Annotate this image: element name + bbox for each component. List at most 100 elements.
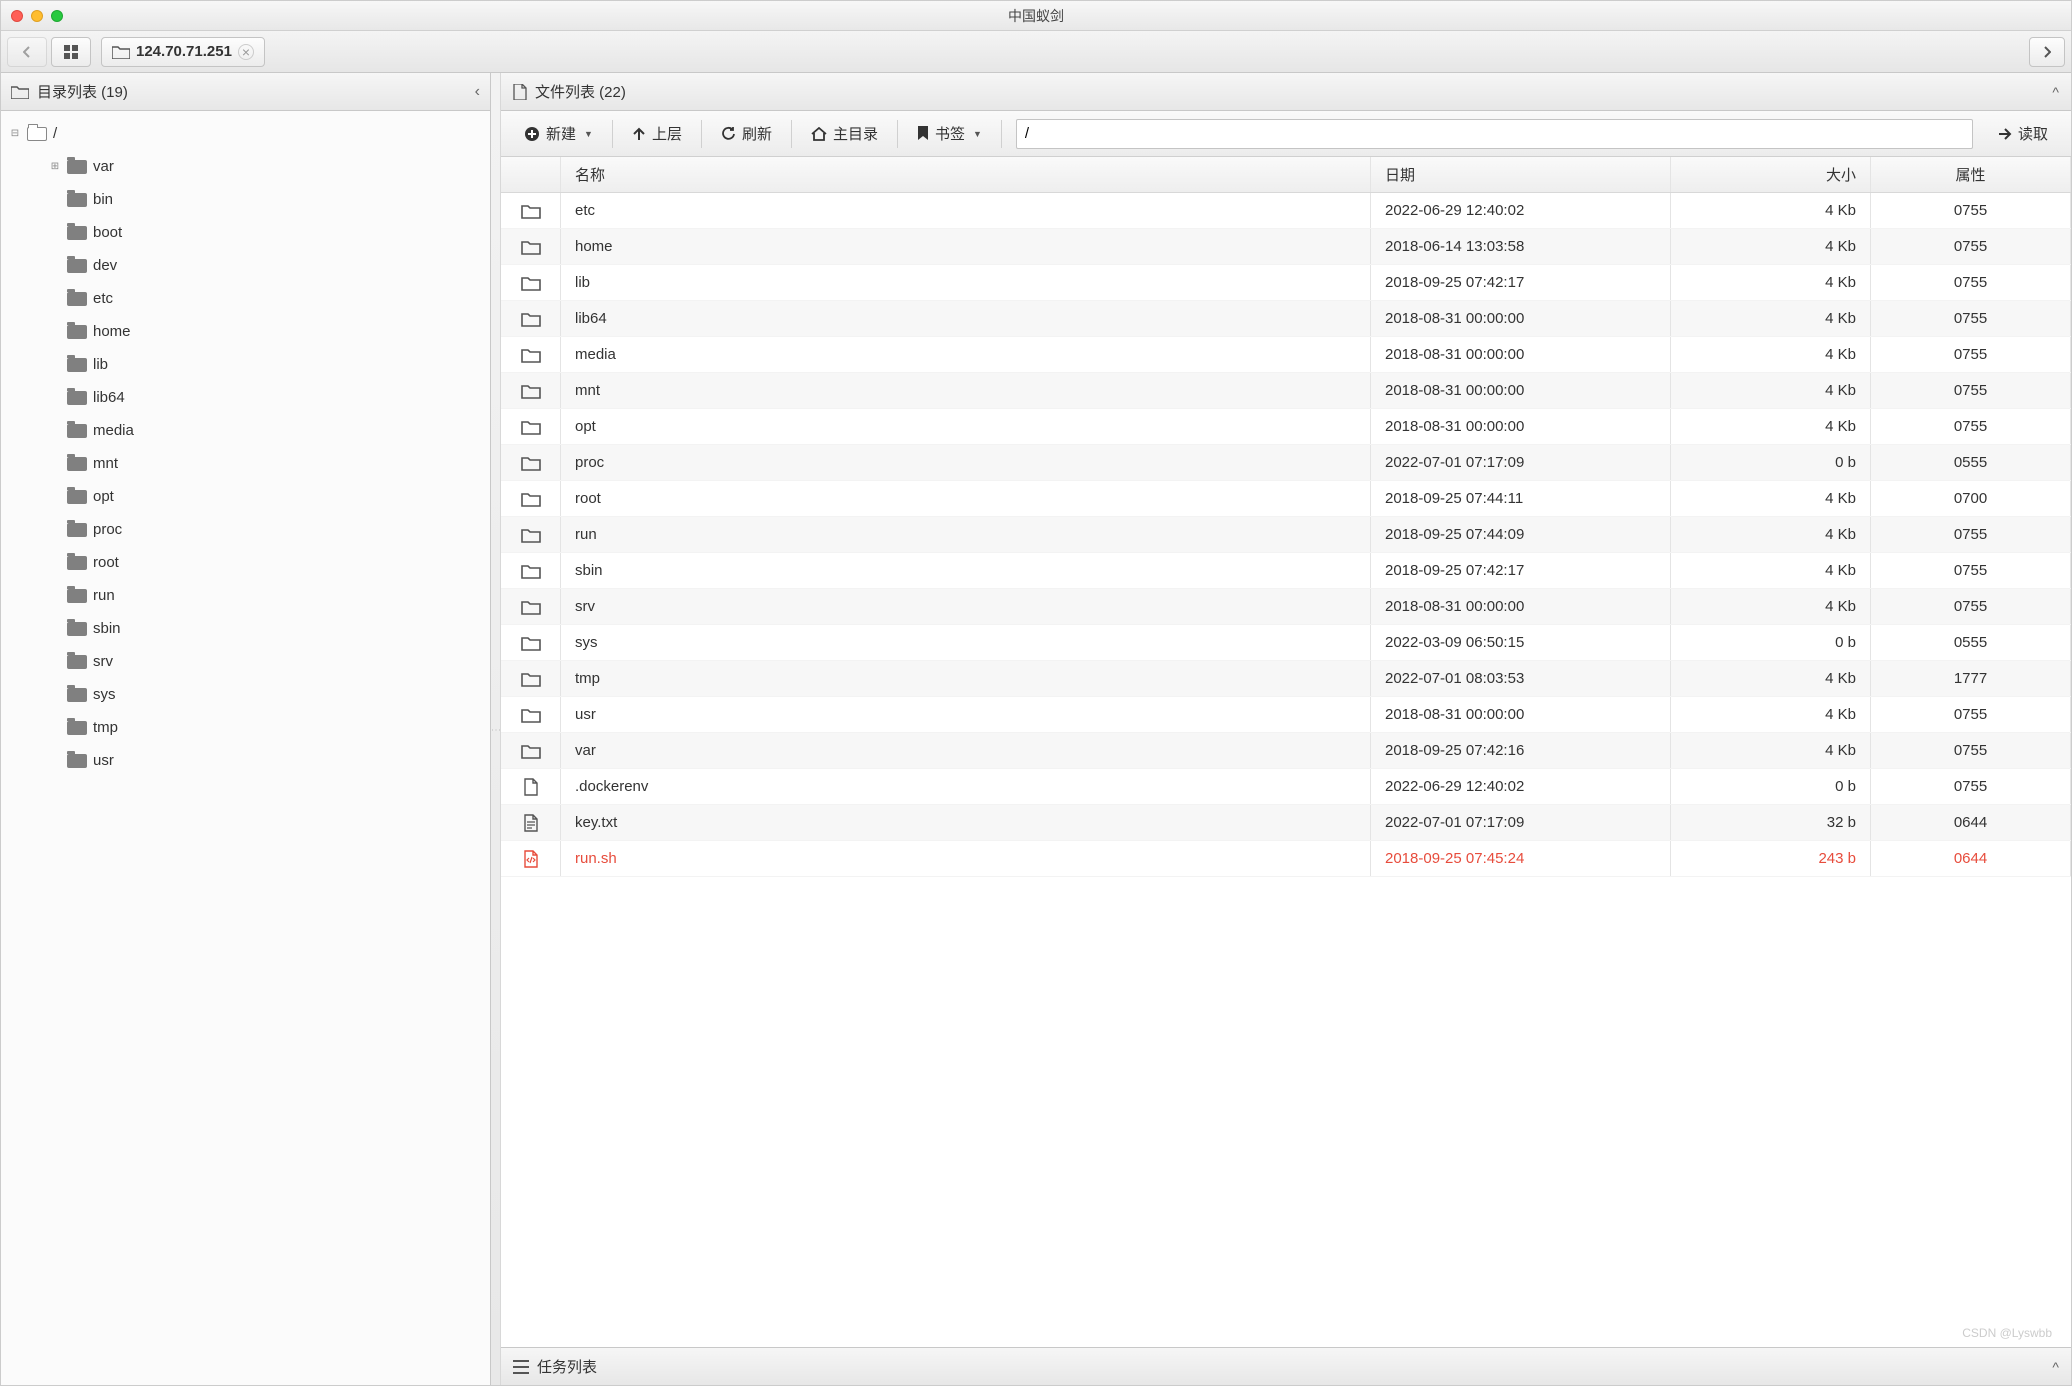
cell-size: 4 Kb bbox=[1671, 193, 1871, 228]
tree-item[interactable]: sys bbox=[5, 678, 486, 711]
folder-icon bbox=[67, 589, 87, 603]
col-attr[interactable]: 属性 bbox=[1871, 157, 2071, 192]
cell-attr: 0555 bbox=[1871, 445, 2071, 480]
new-button[interactable]: 新建 ▼ bbox=[509, 117, 608, 151]
task-expand-button[interactable]: ^ bbox=[2052, 1359, 2059, 1375]
tree-item[interactable]: bin bbox=[5, 183, 486, 216]
table-row[interactable]: lib642018-08-31 00:00:004 Kb0755 bbox=[501, 301, 2071, 337]
cell-name: home bbox=[561, 229, 1371, 264]
col-size[interactable]: 大小 bbox=[1671, 157, 1871, 192]
folder-icon bbox=[67, 424, 87, 438]
bookmark-button[interactable]: 书签 ▼ bbox=[902, 117, 997, 151]
tree-item[interactable]: sbin bbox=[5, 612, 486, 645]
cell-size: 4 Kb bbox=[1671, 409, 1871, 444]
cell-attr: 1777 bbox=[1871, 661, 2071, 696]
tab-host[interactable]: 124.70.71.251 × bbox=[101, 37, 265, 67]
cell-date: 2022-07-01 07:17:09 bbox=[1371, 445, 1671, 480]
refresh-button[interactable]: 刷新 bbox=[706, 117, 787, 151]
tree-item[interactable]: proc bbox=[5, 513, 486, 546]
tree-item[interactable]: usr bbox=[5, 744, 486, 777]
table-row[interactable]: .dockerenv2022-06-29 12:40:020 b0755 bbox=[501, 769, 2071, 805]
tree-item[interactable]: ⊞ var bbox=[5, 150, 486, 183]
nav-back-button[interactable] bbox=[7, 37, 47, 67]
tree-item[interactable]: etc bbox=[5, 282, 486, 315]
table-row[interactable]: run.sh2018-09-25 07:45:24243 b0644 bbox=[501, 841, 2071, 877]
read-label: 读取 bbox=[2018, 123, 2048, 144]
splitter[interactable]: ⋮ bbox=[491, 73, 501, 1385]
cell-size: 4 Kb bbox=[1671, 733, 1871, 768]
table-row[interactable]: proc2022-07-01 07:17:090 b0555 bbox=[501, 445, 2071, 481]
cell-size: 32 b bbox=[1671, 805, 1871, 840]
nav-grid-button[interactable] bbox=[51, 37, 91, 67]
tree-item[interactable]: root bbox=[5, 546, 486, 579]
col-icon[interactable] bbox=[501, 157, 561, 192]
cell-name: .dockerenv bbox=[561, 769, 1371, 804]
table-row[interactable]: srv2018-08-31 00:00:004 Kb0755 bbox=[501, 589, 2071, 625]
filelist-collapse-button[interactable]: ^ bbox=[2052, 84, 2059, 100]
cell-attr: 0755 bbox=[1871, 517, 2071, 552]
cell-attr: 0755 bbox=[1871, 733, 2071, 768]
cell-date: 2018-09-25 07:44:09 bbox=[1371, 517, 1671, 552]
table-row[interactable]: usr2018-08-31 00:00:004 Kb0755 bbox=[501, 697, 2071, 733]
cell-attr: 0755 bbox=[1871, 301, 2071, 336]
table-row[interactable]: home2018-06-14 13:03:584 Kb0755 bbox=[501, 229, 2071, 265]
tree-item[interactable]: mnt bbox=[5, 447, 486, 480]
cell-name: root bbox=[561, 481, 1371, 516]
table-row[interactable]: sys2022-03-09 06:50:150 b0555 bbox=[501, 625, 2071, 661]
tree-item-label: var bbox=[93, 150, 114, 183]
tree-item[interactable]: dev bbox=[5, 249, 486, 282]
cell-date: 2018-09-25 07:42:17 bbox=[1371, 553, 1671, 588]
table-row[interactable]: sbin2018-09-25 07:42:174 Kb0755 bbox=[501, 553, 2071, 589]
maximize-button[interactable] bbox=[51, 10, 63, 22]
tree-item[interactable]: home bbox=[5, 315, 486, 348]
folder-icon bbox=[67, 160, 87, 174]
cell-attr: 0700 bbox=[1871, 481, 2071, 516]
cell-size: 4 Kb bbox=[1671, 481, 1871, 516]
table-row[interactable]: media2018-08-31 00:00:004 Kb0755 bbox=[501, 337, 2071, 373]
tree-item[interactable]: boot bbox=[5, 216, 486, 249]
table-row[interactable]: key.txt2022-07-01 07:17:0932 b0644 bbox=[501, 805, 2071, 841]
close-button[interactable] bbox=[11, 10, 23, 22]
table-row[interactable]: etc2022-06-29 12:40:024 Kb0755 bbox=[501, 193, 2071, 229]
minus-icon[interactable]: ⊟ bbox=[9, 123, 21, 145]
table-row[interactable]: run2018-09-25 07:44:094 Kb0755 bbox=[501, 517, 2071, 553]
minimize-button[interactable] bbox=[31, 10, 43, 22]
table-row[interactable]: tmp2022-07-01 08:03:534 Kb1777 bbox=[501, 661, 2071, 697]
tree-item[interactable]: srv bbox=[5, 645, 486, 678]
tab-overflow-button[interactable] bbox=[2029, 37, 2065, 67]
col-date[interactable]: 日期 bbox=[1371, 157, 1671, 192]
cell-date: 2018-08-31 00:00:00 bbox=[1371, 337, 1671, 372]
tree-item[interactable]: lib bbox=[5, 348, 486, 381]
folder-outline-icon bbox=[11, 85, 29, 99]
tree-item[interactable]: media bbox=[5, 414, 486, 447]
tree-root[interactable]: ⊟ / bbox=[5, 117, 486, 150]
directory-tree: ⊟ / ⊞ varbinbootdevetchomeliblib64mediamn… bbox=[1, 111, 490, 1385]
table-row[interactable]: lib2018-09-25 07:42:174 Kb0755 bbox=[501, 265, 2071, 301]
col-name[interactable]: 名称 bbox=[561, 157, 1371, 192]
up-button[interactable]: 上层 bbox=[617, 117, 697, 151]
code-icon bbox=[501, 841, 561, 876]
file-icon bbox=[513, 84, 527, 100]
table-row[interactable]: root2018-09-25 07:44:114 Kb0700 bbox=[501, 481, 2071, 517]
sidebar-collapse-button[interactable]: ‹ bbox=[475, 83, 480, 101]
table-row[interactable]: var2018-09-25 07:42:164 Kb0755 bbox=[501, 733, 2071, 769]
read-button[interactable]: 读取 bbox=[1983, 117, 2063, 151]
tree-item[interactable]: tmp bbox=[5, 711, 486, 744]
cell-name: opt bbox=[561, 409, 1371, 444]
cell-name: run bbox=[561, 517, 1371, 552]
tree-item[interactable]: run bbox=[5, 579, 486, 612]
cell-date: 2022-07-01 07:17:09 bbox=[1371, 805, 1671, 840]
tab-close-icon[interactable]: × bbox=[238, 44, 254, 60]
plus-icon[interactable]: ⊞ bbox=[49, 156, 61, 178]
path-input[interactable] bbox=[1016, 119, 1973, 149]
home-label: 主目录 bbox=[833, 123, 878, 144]
tree-item[interactable]: opt bbox=[5, 480, 486, 513]
cell-attr: 0644 bbox=[1871, 841, 2071, 876]
tree-item[interactable]: lib64 bbox=[5, 381, 486, 414]
home-button[interactable]: 主目录 bbox=[796, 117, 893, 151]
cell-date: 2018-09-25 07:42:16 bbox=[1371, 733, 1671, 768]
folder-icon bbox=[501, 553, 561, 588]
table-row[interactable]: mnt2018-08-31 00:00:004 Kb0755 bbox=[501, 373, 2071, 409]
cell-size: 4 Kb bbox=[1671, 553, 1871, 588]
table-row[interactable]: opt2018-08-31 00:00:004 Kb0755 bbox=[501, 409, 2071, 445]
